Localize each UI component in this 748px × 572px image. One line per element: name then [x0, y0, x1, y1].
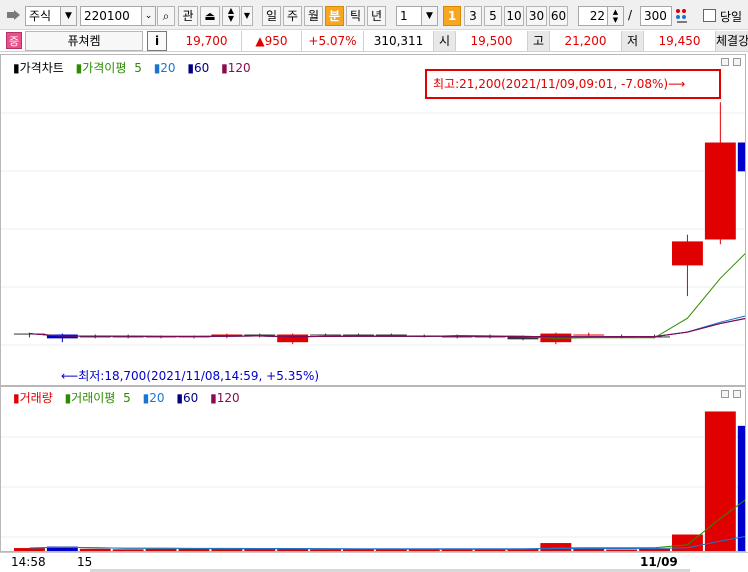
open-price: 19,500: [456, 31, 528, 51]
chevron-down-icon: ▼: [60, 7, 76, 25]
high-price: 21,200: [550, 31, 622, 51]
volume-bar: [704, 411, 736, 551]
dropdown-button[interactable]: ▼: [241, 6, 253, 26]
count-total: 300: [644, 9, 667, 23]
interval-button[interactable]: 3: [464, 6, 482, 26]
vol-ma5-line: [29, 499, 745, 550]
group-button[interactable]: ⏏: [200, 6, 220, 26]
price-chart-panel[interactable]: ▮가격차트 ▮가격이평 5 ▮20 ▮60 ▮120 최고:21,200(202…: [0, 54, 746, 386]
chart-menu-icon[interactable]: [6, 8, 22, 22]
volume-plot: [1, 411, 745, 551]
eject-icon: ⏏: [204, 9, 216, 23]
volume-bar: [310, 549, 341, 551]
count-separator: /: [628, 8, 633, 22]
interval-button[interactable]: 1: [443, 6, 461, 26]
volume-bar: [639, 548, 670, 551]
stock-code-input[interactable]: 220100 ⌄: [80, 6, 156, 26]
market-badge: 증: [6, 32, 22, 49]
search-icon: ⌕: [162, 9, 170, 23]
count-total-field[interactable]: 300: [640, 6, 672, 26]
interval-select[interactable]: 1 ▼: [396, 6, 438, 26]
volume-bar: [14, 548, 45, 551]
volume-bar: [79, 548, 111, 551]
volume-chart-panel[interactable]: ▮거래량 ▮거래이평 5 ▮20 ▮60 ▮120: [0, 386, 746, 552]
low-price: 19,450: [644, 31, 716, 51]
settings-icon[interactable]: [674, 7, 690, 25]
ma20-line: [29, 315, 745, 338]
open-label: 시: [434, 31, 456, 51]
interval-button[interactable]: 30: [526, 6, 547, 26]
volume-bar: [540, 543, 572, 551]
interval-button[interactable]: 60: [549, 6, 568, 26]
period-button[interactable]: 주: [283, 6, 302, 26]
volume-bar: [178, 548, 210, 551]
candle-body: [375, 334, 407, 336]
count-stepper[interactable]: ▲ ▼: [607, 7, 623, 25]
period-button[interactable]: 월: [304, 6, 323, 26]
interval-value: 1: [400, 9, 408, 23]
x-tick-label: 15: [77, 555, 93, 569]
quote-info-row: 증 퓨쳐켐 i 19,700 ▲950 +5.07% 310,311 시 19,…: [0, 30, 748, 52]
favorite-label: 관: [182, 9, 194, 23]
volume-value: 310,311: [364, 31, 434, 51]
price-plot: [1, 102, 745, 346]
scroll-stepper[interactable]: ▲ ▼: [222, 6, 240, 26]
candle-body: [573, 334, 605, 336]
period-button[interactable]: 분: [325, 6, 344, 26]
candle-body: [704, 142, 736, 240]
chevron-down-icon: ⌄: [141, 7, 155, 25]
ma120-line: [29, 318, 745, 338]
candle-body: [277, 334, 309, 343]
chevron-down-icon: ▼: [421, 7, 437, 25]
volume-bar: [112, 549, 144, 551]
info-button[interactable]: i: [147, 31, 167, 51]
candle-body: [244, 334, 276, 336]
stock-name: 퓨쳐켐: [67, 34, 101, 48]
low-label: 저: [622, 31, 644, 51]
search-button[interactable]: ⌕: [157, 6, 175, 26]
volume-bar: [145, 548, 177, 551]
period-button[interactable]: 틱: [346, 6, 365, 26]
stock-name-field[interactable]: 퓨쳐켐: [25, 31, 143, 51]
count-input[interactable]: 22 ▲ ▼: [578, 6, 624, 26]
chart-toolbar: 주식 ▼ 220100 ⌄ ⌕ 관 ⏏ ▲ ▼ ▼ 일주월분틱년 1 ▼ 1351…: [0, 0, 748, 30]
market-badge-text: 증: [8, 35, 20, 48]
x-tick-label: 11/09: [640, 555, 678, 569]
current-price: 19,700: [172, 31, 242, 51]
candle-body: [310, 334, 341, 336]
period-button[interactable]: 년: [367, 6, 386, 26]
candle-body: [672, 241, 703, 266]
x-axis: 14:58 15 11/09: [0, 552, 748, 572]
volume-bar: [343, 549, 374, 551]
candle-body: [737, 142, 745, 172]
change-percent: +5.07%: [302, 31, 364, 51]
ma60-line: [29, 318, 745, 338]
volume-bar: [606, 549, 638, 551]
high-label: 고: [528, 31, 550, 51]
exec-strength-label: 체결강: [716, 31, 748, 51]
x-tick-label: 14:58: [11, 555, 46, 569]
same-day-label: 당일: [720, 10, 743, 24]
info-icon: i: [154, 34, 160, 48]
count-value: 22: [589, 9, 605, 23]
market-select[interactable]: 주식 ▼: [25, 6, 77, 26]
ma5-line: [29, 253, 745, 339]
price-change: ▲950: [242, 31, 302, 51]
candle-body: [343, 334, 374, 336]
favorite-button[interactable]: 관: [178, 6, 198, 26]
same-day-checkbox[interactable]: [703, 9, 716, 22]
interval-button[interactable]: 5: [484, 6, 502, 26]
market-value: 주식: [29, 9, 52, 23]
period-button[interactable]: 일: [262, 6, 281, 26]
stock-code-value: 220100: [84, 9, 130, 23]
volume-bar: [737, 425, 745, 551]
interval-button[interactable]: 10: [504, 6, 524, 26]
